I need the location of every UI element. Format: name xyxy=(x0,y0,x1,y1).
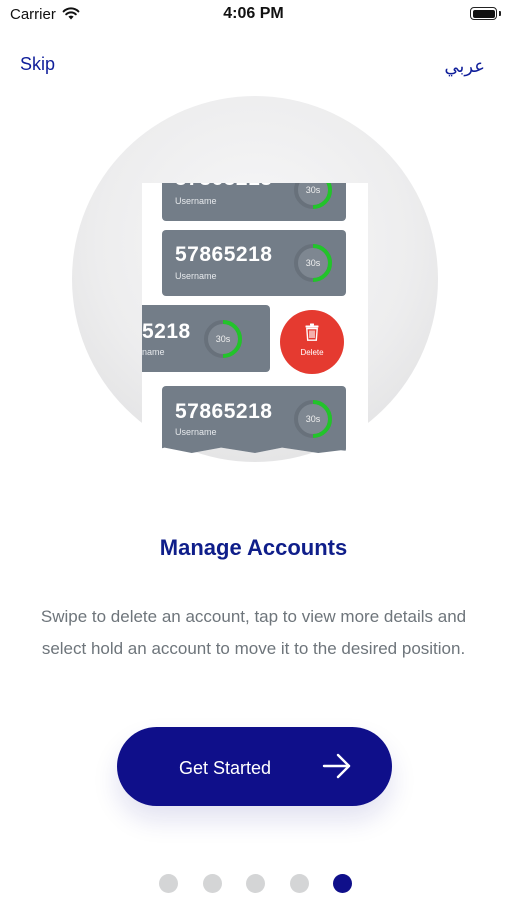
page-dot-active[interactable] xyxy=(333,874,352,893)
account-number: 57865218 xyxy=(175,243,273,266)
account-card: 57865218 Username 30s xyxy=(162,230,346,296)
account-username: Username xyxy=(175,427,217,437)
skip-button[interactable]: Skip xyxy=(20,54,55,75)
account-number: 57865218 xyxy=(175,183,272,191)
timer-label: 30s xyxy=(215,334,231,344)
account-username: Username xyxy=(175,196,217,206)
timer-ring: 30s xyxy=(292,183,334,211)
delete-button[interactable]: Delete xyxy=(280,310,344,374)
account-username: name xyxy=(142,347,165,357)
account-number: 5218 xyxy=(142,320,191,343)
account-number: 57865218 xyxy=(175,400,273,423)
page-dot[interactable] xyxy=(159,874,178,893)
clock: 4:06 PM xyxy=(223,5,284,22)
language-toggle[interactable]: عربي xyxy=(444,56,485,77)
arrow-right-icon xyxy=(322,753,351,779)
account-username: Username xyxy=(175,271,217,281)
page-title: Manage Accounts xyxy=(159,535,348,560)
battery-icon xyxy=(470,7,497,20)
timer-label: 30s xyxy=(305,414,321,424)
account-card-swiped: 5218 name 30s xyxy=(142,305,270,372)
phone-mockup: 57865218 Username 30s 57865218 Username … xyxy=(142,183,368,453)
description: Swipe to delete an account, tap to view … xyxy=(40,607,467,658)
page-dot[interactable] xyxy=(202,874,222,893)
timer-ring: 30s xyxy=(292,242,334,284)
page-dot[interactable] xyxy=(246,874,265,893)
account-card: 57865218 Username 30s xyxy=(162,183,346,221)
account-card: 57865218 Username 30s xyxy=(162,386,346,453)
get-started-label: Get Started xyxy=(179,758,272,778)
timer-ring: 30s xyxy=(292,398,334,440)
delete-label: Delete xyxy=(300,348,324,357)
battery-cap xyxy=(499,11,501,16)
timer-label: 30s xyxy=(305,185,321,195)
page-dot[interactable] xyxy=(289,874,309,893)
get-started-button[interactable]: Get Started xyxy=(117,727,392,806)
timer-ring: 30s xyxy=(202,318,244,360)
trash-icon xyxy=(305,323,319,341)
timer-label: 30s xyxy=(305,258,321,268)
status-bar: Carrier 4:06 PM xyxy=(0,0,507,30)
page-indicator xyxy=(0,874,507,894)
